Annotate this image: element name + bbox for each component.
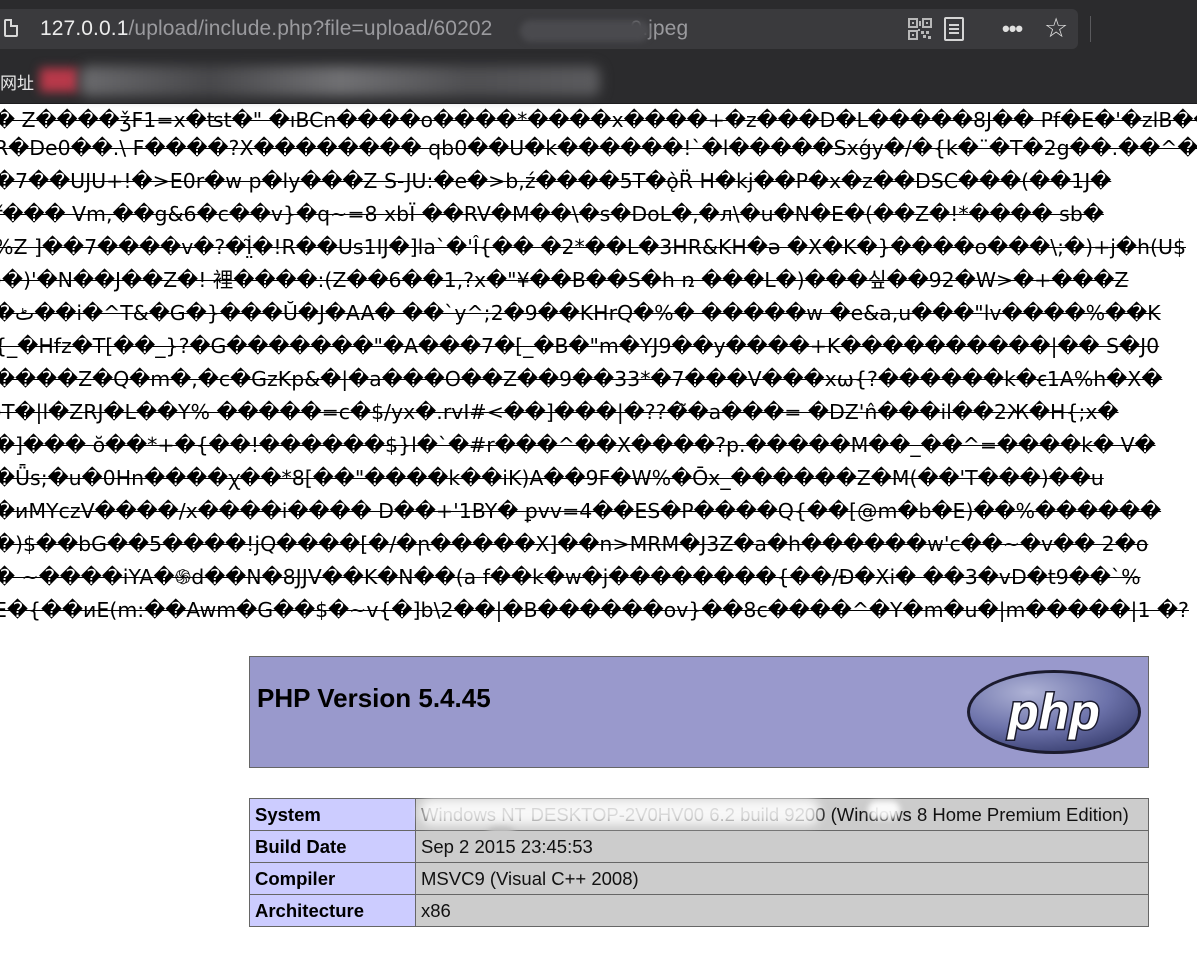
page-icon[interactable]: [4, 19, 18, 37]
garbage-line: E�{��иE(m:��Awm�G��$�~v{�]b\2��|�B������…: [0, 598, 1189, 622]
garbage-line: ř��� Vm,��g&6�c��v}�q~=8 xbÏ ��RV�M��\�s…: [0, 202, 1104, 226]
garbage-line: �)$��bG��5����!jQ����[�/�ꞃ�����X]��n>MRM…: [0, 532, 1149, 556]
redaction-blur: [420, 799, 820, 825]
toolbar-divider: [1090, 16, 1091, 42]
row-value: Sep 2 2015 23:45:53: [415, 830, 1149, 863]
bookmark-favicon-blur: [40, 68, 78, 92]
phpinfo-table: System Windows NT DESKTOP-2V0HV00 6.2 bu…: [249, 798, 1149, 927]
row-label: Compiler: [249, 862, 416, 895]
php-version-title: PHP Version 5.4.45: [257, 683, 491, 713]
row-label: Architecture: [249, 894, 416, 927]
row-value: x86: [415, 894, 1149, 927]
browser-toolbar: 127.0.0.1/upload/include.php?file=upload…: [0, 0, 1197, 58]
row-value-cell: Windows NT DESKTOP-2V0HV00 6.2 build 920…: [415, 798, 1149, 847]
bookmarks-bar: 网址: [0, 58, 1197, 104]
garbage-line: %Z ]��7����v�?�İ̤̃�!R��Us1IJ�]la`�'Î{�� …: [0, 235, 1187, 259]
url-path: /upload/include.php?file=upload/60202: [128, 17, 493, 40]
row-value: MSVC9 (Visual C++ 2008): [415, 862, 1149, 895]
table-row: Compiler MSVC9 (Visual C++ 2008): [249, 862, 1149, 895]
bookmark-folder-label[interactable]: 网址: [0, 69, 34, 94]
garbage-line: ����Z�Q�m�,�c�GzKp&�|�a���O��Z��9��33*�7…: [0, 367, 1163, 391]
star-icon[interactable]: ☆: [1044, 13, 1068, 43]
garbage-line: )T�|l�ZRJ�L��Y% �����=c�$/yx�.rvI#<��]��…: [0, 400, 1119, 424]
redaction-blur: [868, 801, 900, 819]
garbage-line: {_�Hfz�T[��_}?�G�������"�A���7�[_�B�"m�Y…: [0, 334, 1160, 358]
phpinfo-header: PHP Version 5.4.45 php: [249, 656, 1149, 768]
bookmark-redaction-blur: [80, 66, 600, 96]
garbage-line: �ٹ��i�^T&�G�}���Ŭ�J�AA� ��`y^;2�9��KHrQ�…: [0, 301, 1161, 325]
table-row: System Windows NT DESKTOP-2V0HV00 6.2 bu…: [249, 798, 1149, 847]
qr-code-icon[interactable]: [908, 18, 932, 40]
more-icon[interactable]: •••: [1002, 16, 1023, 42]
garbage-line: �Ǖs;�u�0Hn����ꭓ��*8[��"����k��iK)A��9F�W…: [0, 466, 1104, 490]
row-label: System: [249, 798, 416, 831]
row-label: Build Date: [249, 830, 416, 863]
garbage-line: �]��� ŏ��*+�{��!������$}l�`�#r���^��X���…: [0, 433, 1156, 457]
php-logo-text: php: [1006, 684, 1100, 740]
garbage-line: �7��UJU+!�>E0r�w p�ly���Z S-JU:�e�>b,ź��…: [0, 169, 1112, 193]
url-host: 127.0.0.1: [40, 17, 129, 40]
address-bar[interactable]: 127.0.0.1/upload/include.php?file=upload…: [0, 9, 1078, 49]
table-row: Architecture x86: [249, 894, 1149, 927]
reader-mode-icon[interactable]: [944, 17, 964, 41]
garbage-line: )�)'�N��J��Z�! 裡����:(Z��6��1,?x�"¥��B��…: [0, 268, 1129, 292]
garbled-binary-output: � Z����ǯF1=x�ʦt�" �ıBCn����o����*����x��…: [0, 103, 1197, 625]
garbage-line: �ᴎMYczV����/x����i���� D��+'1BY� ꝑvv=4��…: [0, 499, 1162, 523]
garbage-line: R�De0��.\ F����?X�������� qb0��U�k������…: [0, 136, 1197, 160]
php-logo[interactable]: php: [966, 669, 1142, 755]
url-redaction-blur: [520, 20, 650, 42]
garbage-line: � ~����iYA�֍d��N�8JJV��K�N��(a f��k�w�j�…: [0, 565, 1141, 589]
table-row: Build Date Sep 2 2015 23:45:53: [249, 830, 1149, 863]
